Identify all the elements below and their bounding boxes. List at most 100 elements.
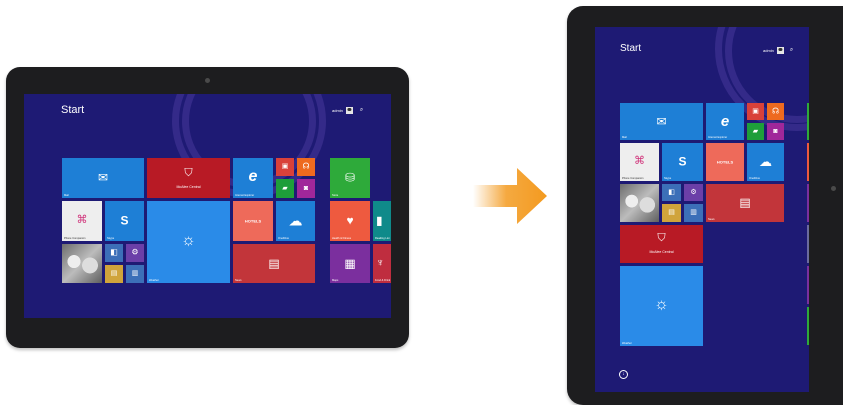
right-arrow-icon xyxy=(473,168,547,224)
start-title: Start xyxy=(620,43,642,54)
store-tile[interactable] xyxy=(807,103,809,140)
gamepad-icon: ▰ xyxy=(752,127,759,135)
ie-tile[interactable]: e Internet Explorer xyxy=(233,158,273,198)
mail-tile[interactable]: ✉ Mail xyxy=(62,158,144,198)
skype-tile[interactable]: S Skype xyxy=(105,201,144,241)
fork-knife-icon: ♆ xyxy=(376,256,385,269)
settings-tile[interactable]: ⚙ xyxy=(684,184,703,201)
photos-tile[interactable] xyxy=(62,244,102,283)
weather-tile-label: Weather xyxy=(149,279,159,282)
photos-tile[interactable] xyxy=(620,184,659,222)
user-name: admin xyxy=(763,48,774,53)
store-tile[interactable]: ⛁ Store xyxy=(330,158,370,198)
food-tile[interactable] xyxy=(807,266,809,304)
pc-companion-tile-label: Phone Companion xyxy=(622,177,644,180)
ie-tile-label: Internet Explorer xyxy=(708,136,728,139)
user-avatar[interactable] xyxy=(345,107,353,114)
camera-tile[interactable]: ◙ xyxy=(297,179,315,198)
store-tile-label: Store xyxy=(332,194,339,197)
heartbeat-icon: ♥ xyxy=(346,213,354,228)
health-tile[interactable] xyxy=(807,143,809,181)
desktop-icon: ◧ xyxy=(110,247,118,257)
pc-companion-icon: ⌘ xyxy=(634,154,645,167)
pc-companion-tile-label: Phone Companion xyxy=(64,237,86,240)
explorer-tile[interactable]: ▤ xyxy=(105,265,123,283)
food-tile-label: Food & Drink xyxy=(375,279,391,282)
mail-tile[interactable]: ✉ Mail xyxy=(620,103,703,140)
hotel-tile-label: HOTELS xyxy=(716,159,734,165)
reading-tile[interactable] xyxy=(807,225,809,263)
food-tile[interactable]: ♆ Food & Drink xyxy=(373,244,391,283)
mcafee-tile-label: McAfee Central xyxy=(649,250,674,254)
games-tile[interactable]: ▰ xyxy=(276,179,294,198)
skype-tile-label: Skype xyxy=(664,177,672,180)
headphones-icon: ☊ xyxy=(771,106,780,116)
weather-tile[interactable]: ☼ Weather xyxy=(147,201,230,283)
people-icon: ▥ xyxy=(690,209,697,217)
cloud-icon: ☁ xyxy=(759,153,772,169)
headphones-icon: ☊ xyxy=(302,161,310,171)
maps-tile[interactable]: ▦ Maps xyxy=(330,244,370,283)
gamepad-icon: ▰ xyxy=(282,184,288,192)
ie-tile[interactable]: e Internet Explorer xyxy=(706,103,744,140)
reading-tile-label: Reading List xyxy=(375,237,390,240)
landscape-tablet: Start admin ⌕ ✉ Mail ⛉ McAfee Central ⌘ … xyxy=(6,67,409,348)
shield-icon: ⛉ xyxy=(657,232,666,245)
people-tile[interactable]: ▥ xyxy=(126,265,144,283)
explorer-tile[interactable]: ▤ xyxy=(662,204,681,222)
people-tile[interactable]: ▥ xyxy=(684,204,703,222)
mail-tile-label: Mail xyxy=(64,194,69,197)
reading-icon: ▮ xyxy=(376,213,383,228)
health-tile-label: Health & Fitness xyxy=(332,237,352,240)
pc-companion-tile[interactable]: ⌘ Phone Companion xyxy=(62,201,102,241)
search-icon[interactable]: ⌕ xyxy=(790,47,793,54)
shopping-bag-icon: ⛁ xyxy=(344,170,356,185)
pc-companion-tile[interactable]: ⌘ Phone Companion xyxy=(620,143,659,181)
shield-icon: ⛉ xyxy=(184,166,193,179)
skype-tile[interactable]: S Skype xyxy=(662,143,703,181)
people-icon: ▥ xyxy=(131,270,139,278)
onedrive-tile[interactable]: ☁ OneDrive xyxy=(276,201,315,241)
user-bar[interactable]: admin ⌕ xyxy=(763,47,793,54)
hotel-tile[interactable]: HOTELS xyxy=(233,201,273,241)
settings-tile[interactable]: ⚙ xyxy=(126,244,144,262)
photos-image xyxy=(620,184,659,222)
reading-tile[interactable]: ▮ Reading List xyxy=(373,201,391,241)
camera-icon: ◙ xyxy=(303,184,309,192)
mcafee-tile[interactable]: ⛉ McAfee Central xyxy=(147,158,230,198)
video-tile[interactable]: ▣ xyxy=(276,158,294,176)
hotel-tile[interactable]: HOTELS xyxy=(706,143,744,181)
mcafee-tile[interactable]: ⛉ McAfee Central xyxy=(620,225,703,263)
health-tile[interactable]: ♥ Health & Fitness xyxy=(330,201,370,241)
onedrive-tile[interactable]: ☁ OneDrive xyxy=(747,143,784,181)
mcafee-tile-label: McAfee Central xyxy=(176,185,201,189)
camera-tile[interactable]: ◙ xyxy=(767,123,784,140)
gear-icon: ⚙ xyxy=(131,247,139,257)
folder-icon: ▤ xyxy=(668,209,675,217)
desktop-tile[interactable]: ◧ xyxy=(105,244,123,262)
search-icon[interactable]: ⌕ xyxy=(360,107,363,114)
news-tile[interactable]: ▤ News xyxy=(706,184,784,222)
skype-tile-label: Skype xyxy=(107,237,115,240)
news-tile[interactable]: ▤ News xyxy=(233,244,315,283)
video-icon: ▣ xyxy=(752,107,759,115)
music-tile[interactable]: ☊ xyxy=(297,158,315,176)
newspaper-icon: ▤ xyxy=(739,195,751,210)
onedrive-tile-label: OneDrive xyxy=(278,237,289,240)
desktop-tile[interactable]: ◧ xyxy=(662,184,681,201)
maps-tile[interactable] xyxy=(807,184,809,222)
hotel-tile-label: HOTELS xyxy=(244,218,262,224)
music-tile[interactable]: ☊ xyxy=(767,103,784,120)
weather-tile[interactable]: ☼ Weather xyxy=(620,266,703,346)
start-title: Start xyxy=(61,104,85,116)
user-avatar[interactable] xyxy=(776,47,784,54)
user-bar[interactable]: admin ⌕ xyxy=(332,107,363,114)
sports-tile[interactable] xyxy=(807,307,809,345)
sun-icon: ☼ xyxy=(181,232,196,250)
news-tile-label: News xyxy=(708,218,715,221)
internet-explorer-icon: e xyxy=(720,112,730,130)
games-tile[interactable]: ▰ xyxy=(747,123,764,140)
video-tile[interactable]: ▣ xyxy=(747,103,764,120)
weather-tile-label: Weather xyxy=(622,342,632,345)
down-arrow-icon[interactable]: ↓ xyxy=(619,370,628,379)
